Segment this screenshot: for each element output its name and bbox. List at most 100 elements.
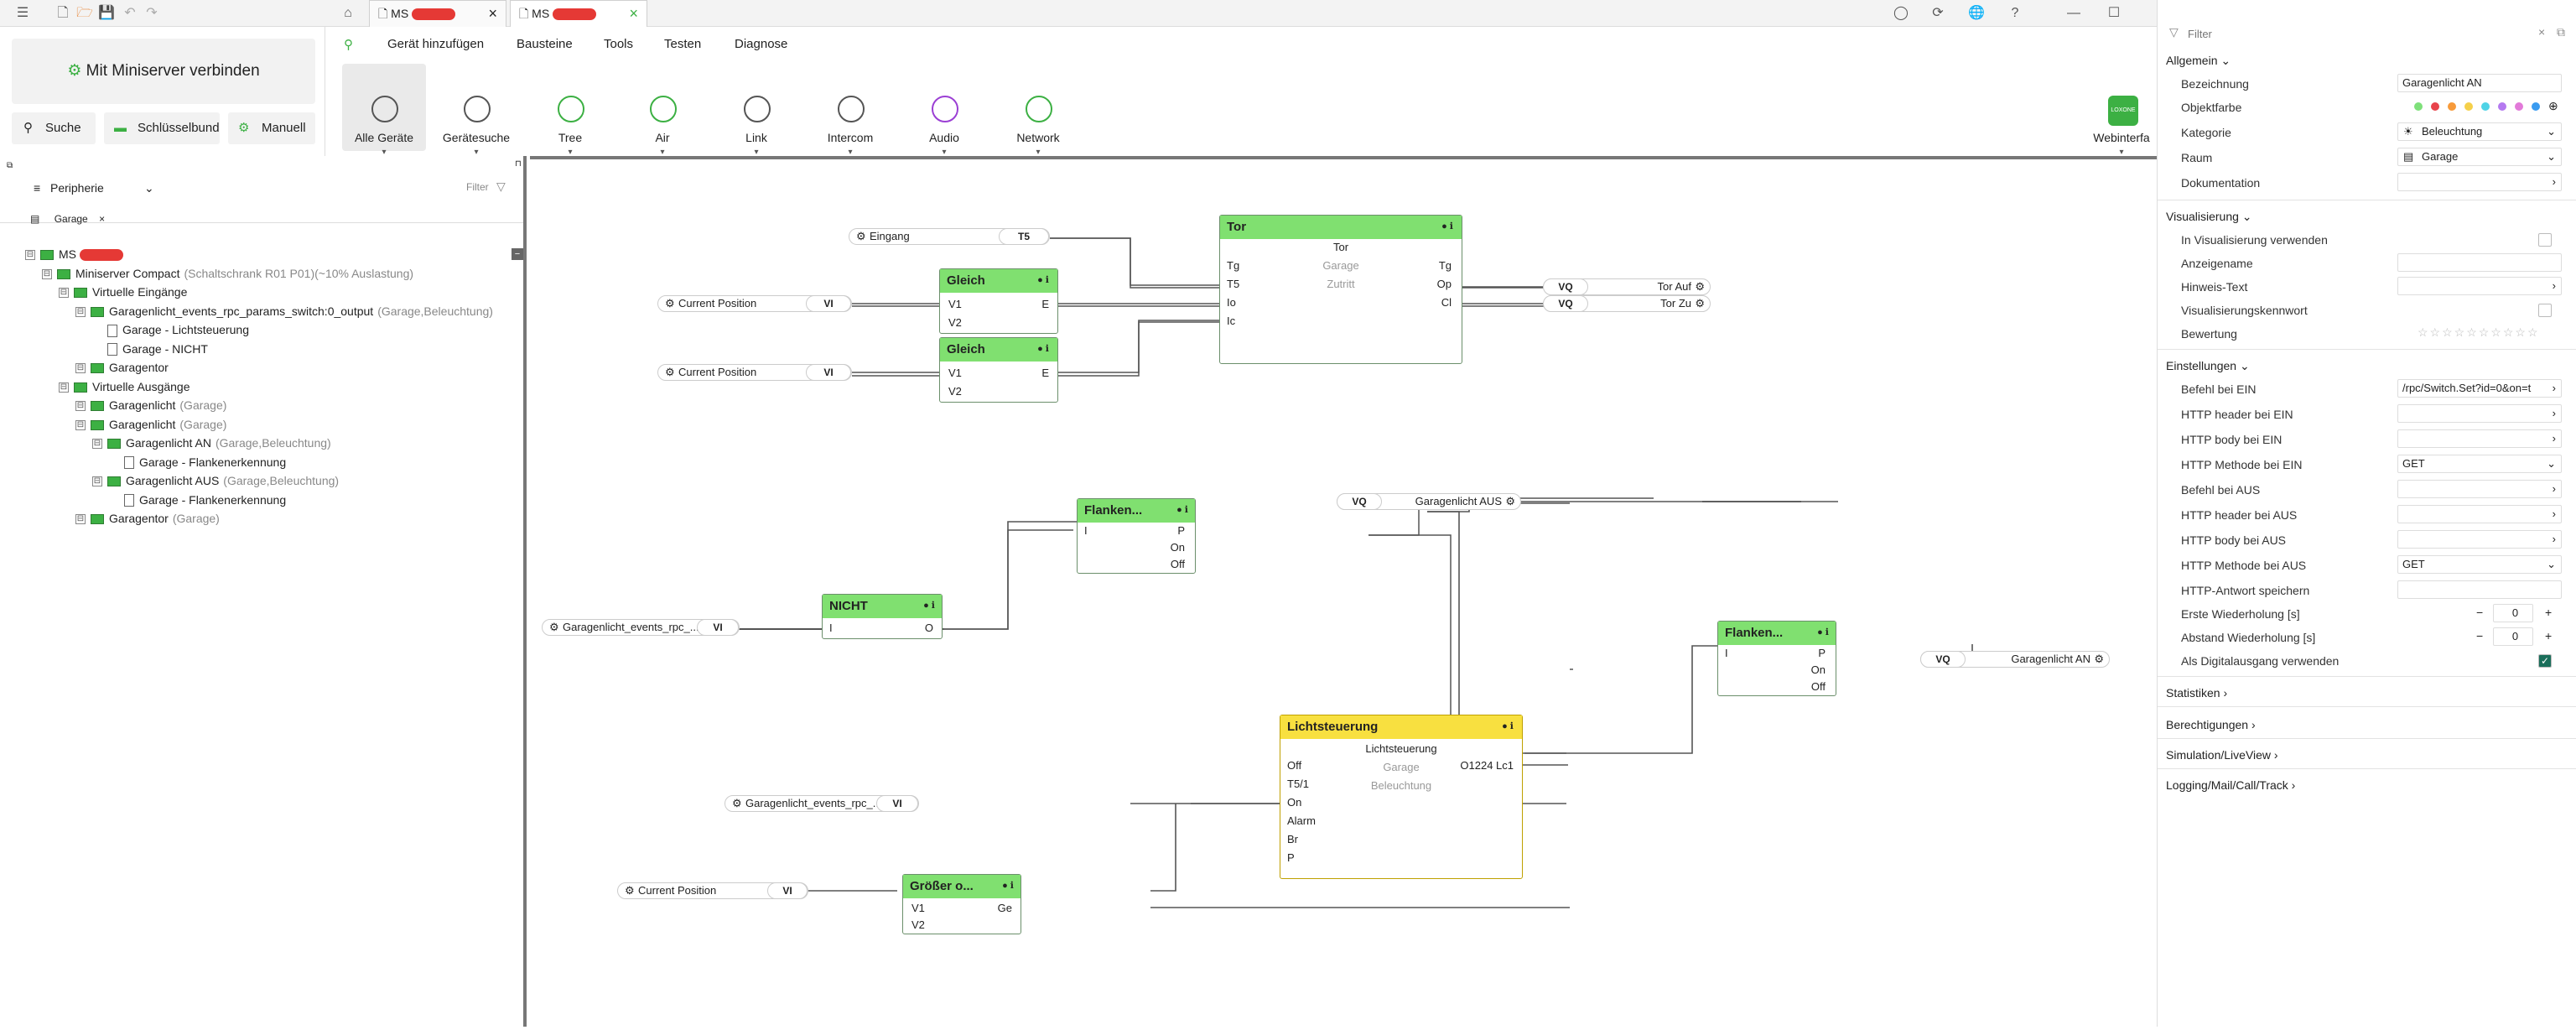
decrement-button[interactable]: − <box>2476 606 2483 619</box>
documentation-field[interactable]: › <box>2397 173 2562 191</box>
expand-icon[interactable] <box>109 458 119 468</box>
manual-button[interactable]: ⚙ Manuell <box>228 112 315 144</box>
tree-item[interactable]: Garage - NICHT <box>25 340 493 359</box>
output-garagenlicht-an[interactable]: VQ Garagenlicht AN ⚙ <box>1920 651 2110 668</box>
block-tor[interactable]: Tor ● ℹ Tor Garage Zutritt Tg T5 Io Ic T… <box>1219 215 1462 364</box>
expand-icon[interactable] <box>92 345 102 355</box>
color-swatch[interactable] <box>2464 102 2473 111</box>
output-garagenlicht-aus[interactable]: VQ Garagenlicht AUS ⚙ <box>1337 493 1521 510</box>
section-statistiken[interactable]: Statistiken › <box>2166 686 2227 700</box>
output-tor-auf[interactable]: VQ Tor Auf ⚙ <box>1543 278 1711 295</box>
chat-icon[interactable]: ◯ <box>1892 4 1910 23</box>
block-flanken-1[interactable]: Flanken... ● ℹ I P On Off <box>1077 498 1196 574</box>
block-gleich-2[interactable]: Gleich ● ℹ V1 V2 E <box>939 337 1058 403</box>
tree-item[interactable]: Garage - Lichtsteuerung <box>25 320 493 340</box>
globe-icon[interactable]: 🌐 <box>1967 4 1986 23</box>
menu-add-device[interactable]: Gerät hinzufügen <box>387 37 484 51</box>
use-in-visualization-checkbox[interactable] <box>2538 233 2552 247</box>
redo-icon[interactable]: ↷ <box>143 4 161 23</box>
http-method-off-select[interactable]: GET ⌄ <box>2397 555 2562 574</box>
expand-icon[interactable]: ⊟ <box>59 288 69 299</box>
ribbon-button-intercom[interactable]: Intercom ▾ <box>808 64 892 157</box>
block-nicht[interactable]: NICHT ● ℹ I O <box>822 594 943 639</box>
expand-icon[interactable]: ⊟ <box>75 514 86 525</box>
info-icon[interactable]: ● ℹ <box>1037 343 1049 354</box>
section-allgemein[interactable]: Allgemein ⌄ <box>2166 54 2231 68</box>
expand-icon[interactable]: ⊟ <box>42 268 52 279</box>
info-icon[interactable]: ● ℹ <box>1037 274 1049 285</box>
command-off-field[interactable]: › <box>2397 480 2562 498</box>
add-color-icon[interactable]: ⊕ <box>2548 99 2558 113</box>
info-icon[interactable]: ● ℹ <box>1502 720 1514 731</box>
tree-item[interactable]: ⊟ Miniserver Compact (Schaltschrank R01 P0… <box>25 264 493 284</box>
info-icon[interactable]: ● ℹ <box>1441 221 1453 231</box>
filter-input[interactable] <box>2188 25 2523 42</box>
decrement-button[interactable]: − <box>2476 629 2483 642</box>
color-swatch[interactable] <box>2431 102 2439 111</box>
color-swatch[interactable] <box>2532 102 2540 111</box>
command-on-field[interactable]: /rpc/Switch.Set?id=0&on=t › <box>2397 379 2562 398</box>
repeat-interval-stepper[interactable]: 0 <box>2493 627 2533 646</box>
expand-icon[interactable]: ⊟ <box>75 363 86 374</box>
http-response-field[interactable] <box>2397 580 2562 599</box>
tree-item[interactable]: ⊟ Garagenlicht AN (Garage,Beleuchtung) <box>25 434 493 453</box>
increment-button[interactable]: + <box>2545 606 2552 619</box>
sync-icon[interactable]: ⟳ <box>1929 4 1947 23</box>
open-folder-icon[interactable]: 🗁 <box>75 4 94 23</box>
section-simulation[interactable]: Simulation/LiveView › <box>2166 748 2278 762</box>
block-lichtsteuerung[interactable]: Lichtsteuerung ● ℹ Lichtsteuerung Garage… <box>1280 715 1523 879</box>
tree-item[interactable]: ⊟ Garagenlicht AUS (Garage,Beleuchtung) <box>25 471 493 491</box>
color-swatch[interactable] <box>2414 102 2423 111</box>
info-icon[interactable]: ● ℹ <box>1817 627 1829 637</box>
ribbon-button-ger-tesuche[interactable]: Gerätesuche ▾ <box>434 64 518 157</box>
tree-item[interactable]: ⊟ Virtuelle Eingänge <box>25 283 493 302</box>
block-flanken-2[interactable]: Flanken... ● ℹ I P On Off <box>1717 621 1836 696</box>
periphery-title[interactable]: Peripherie <box>50 181 104 195</box>
section-visualisierung[interactable]: Visualisierung ⌄ <box>2166 210 2252 224</box>
expand-icon[interactable]: ⊟ <box>59 382 69 393</box>
section-einstellungen[interactable]: Einstellungen ⌄ <box>2166 359 2250 373</box>
color-swatch[interactable] <box>2498 102 2506 111</box>
room-select[interactable]: ▤ Garage ⌄ <box>2397 148 2562 166</box>
menu-test[interactable]: Testen <box>664 37 701 51</box>
chevron-down-icon[interactable]: ⌄ <box>144 181 154 195</box>
collapse-all-icon[interactable]: − <box>512 248 523 260</box>
ribbon-button-air[interactable]: Air ▾ <box>621 64 704 157</box>
rating-stars[interactable]: ☆☆☆☆☆☆☆☆☆☆ <box>2418 325 2540 340</box>
close-icon[interactable]: × <box>99 213 105 225</box>
visualization-password-checkbox[interactable] <box>2538 304 2552 317</box>
new-file-icon[interactable]: 🗋 <box>54 4 72 23</box>
block-groesser[interactable]: Größer o... ● ℹ V1 V2 Ge <box>902 874 1021 934</box>
display-name-field[interactable] <box>2397 253 2562 272</box>
http-body-off-field[interactable]: › <box>2397 530 2562 549</box>
info-icon[interactable]: ● ℹ <box>1002 880 1014 891</box>
section-berechtigungen[interactable]: Berechtigungen › <box>2166 718 2256 731</box>
minimize-icon[interactable]: — <box>2064 4 2083 23</box>
http-body-on-field[interactable]: › <box>2397 429 2562 448</box>
search-button[interactable]: ⚲ Suche <box>12 112 96 144</box>
ribbon-button-alle-ger-te[interactable]: Alle Geräte ▾ <box>342 64 426 157</box>
info-icon[interactable]: ● ℹ <box>1176 504 1188 515</box>
tab-ms-1[interactable]: 🗋 MS × <box>369 0 506 27</box>
home-icon[interactable]: ⌂ <box>339 4 357 23</box>
menu-diagnose[interactable]: Diagnose <box>735 37 787 51</box>
http-method-on-select[interactable]: GET ⌄ <box>2397 455 2562 473</box>
filter-label[interactable]: Filter <box>466 181 489 193</box>
tab-ms-2[interactable]: 🗋 MS × <box>510 0 647 27</box>
color-swatch[interactable] <box>2515 102 2523 111</box>
filter-icon[interactable]: ▽ <box>496 179 506 194</box>
close-icon[interactable]: × <box>488 1 497 26</box>
save-icon[interactable]: 💾 <box>97 4 116 23</box>
input-eingang[interactable]: ⚙ Eingang T5 <box>849 228 1050 245</box>
menu-icon[interactable]: ☰ <box>13 4 32 23</box>
expand-icon[interactable] <box>92 325 102 336</box>
popout-icon[interactable]: ⧉ <box>2557 25 2565 39</box>
input-events-1[interactable]: ⚙ Garagenlicht_events_rpc_... VI <box>542 619 740 636</box>
tree-item[interactable]: ⊟ Garagentor (Garage) <box>25 509 493 528</box>
tree-item[interactable]: ⊟ Garagenlicht (Garage) <box>25 415 493 434</box>
info-icon[interactable]: ● ℹ <box>923 600 935 611</box>
ribbon-button-link[interactable]: Link ▾ <box>714 64 798 157</box>
expand-icon[interactable]: ⊟ <box>75 306 86 317</box>
webinterface-button[interactable]: LOXONE Webinterfa ▾ <box>2088 64 2155 157</box>
pin-icon[interactable]: ⊓ <box>515 159 522 169</box>
